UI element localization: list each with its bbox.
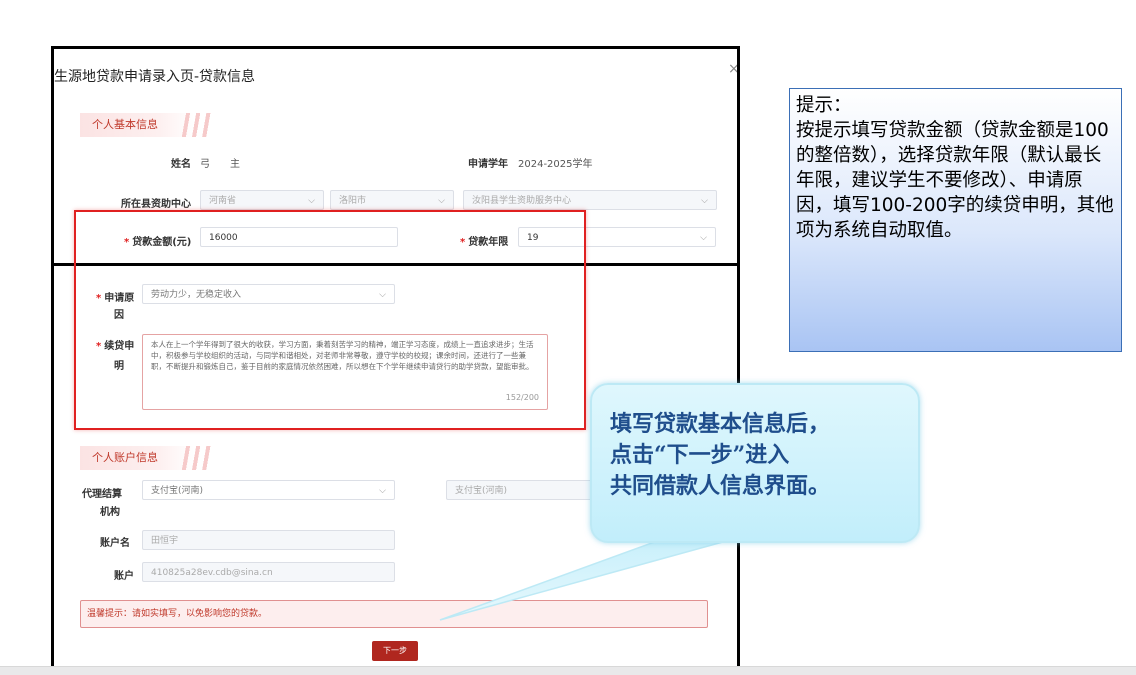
year-value: 2024-2025学年 <box>518 159 593 170</box>
year-label: 申请学年 <box>468 159 508 170</box>
name-value: 弓 主 <box>200 159 240 170</box>
close-icon[interactable]: × <box>728 61 738 77</box>
section-personal-info: 个人基本信息 <box>80 113 212 137</box>
hint-body: 按提示填写贷款金额（贷款金额是100的整倍数），选择贷款年限（默认最长年限，建议… <box>796 120 1114 241</box>
agency-value: 支付宝(河南) <box>151 486 204 496</box>
callout-bubble: 填写贷款基本信息后， 点击“下一步”进入 共同借款人信息界面。 <box>590 383 920 543</box>
city-value: 洛阳市 <box>339 196 367 206</box>
required-mark: * <box>96 293 102 304</box>
section-account-label: 个人账户信息 <box>92 451 158 464</box>
section-personal-label: 个人基本信息 <box>92 118 158 131</box>
agency-label: 代理结算 <box>82 489 122 500</box>
chevron-down-icon: ⌵ <box>379 290 386 300</box>
reason-value: 劳动力少，无稳定收入 <box>151 290 242 300</box>
dialog-title: 生源地贷款申请录入页-贷款信息 <box>54 69 256 85</box>
agency-value-2: 支付宝(河南) <box>455 486 508 496</box>
center-select[interactable]: 汝阳县学生资助服务中心 ⌵ <box>463 190 717 210</box>
city-select[interactable]: 洛阳市 ⌵ <box>330 190 454 210</box>
amount-input[interactable]: 16000 <box>200 227 398 247</box>
statement-count: 152/200 <box>505 393 539 402</box>
hint-box: 提示： 按提示填写贷款金额（贷款金额是100的整倍数），选择贷款年限（默认最长年… <box>789 88 1122 352</box>
hint-title: 提示： <box>796 95 852 116</box>
chevron-down-icon: ⌵ <box>700 233 707 243</box>
statement-textarea[interactable]: 本人在上一个学年得到了很大的收获，学习方面，秉着刻苦学习的精神，端正学习态度，成… <box>142 334 548 410</box>
required-mark: * <box>124 237 130 248</box>
account-value: 410825a28ev.cdb@sina.cn <box>151 568 273 578</box>
account-name-value: 田恒宇 <box>151 536 179 546</box>
callout-text: 填写贷款基本信息后， 点击“下一步”进入 共同借款人信息界面。 <box>610 411 831 499</box>
reason-label-text: 申请原 <box>104 293 135 304</box>
account-name-label: 账户名 <box>100 538 130 549</box>
chevron-down-icon: ⌵ <box>379 486 386 496</box>
required-mark: * <box>96 341 102 352</box>
term-label: * 贷款年限 <box>460 233 508 248</box>
warm-tip: 温馨提示：请如实填写，以免影响您的贷款。 <box>80 600 708 628</box>
section-decoration <box>182 446 212 470</box>
amount-label: * 贷款金额(元) <box>124 233 191 248</box>
term-value: 19 <box>527 233 539 243</box>
statement-label: * 续贷申 <box>96 337 134 352</box>
chevron-down-icon: ⌵ <box>438 196 445 206</box>
agency-select[interactable]: 支付宝(河南) ⌵ <box>142 480 395 500</box>
amount-label-text: 贷款金额(元) <box>132 237 192 248</box>
reason-label: * 申请原 <box>96 289 134 304</box>
agency-display: 支付宝(河南) <box>446 480 596 500</box>
province-value: 河南省 <box>209 196 237 206</box>
amount-value: 16000 <box>209 233 238 243</box>
account-field: 410825a28ev.cdb@sina.cn <box>142 562 395 582</box>
reason-select[interactable]: 劳动力少，无稳定收入 ⌵ <box>142 284 395 304</box>
next-step-button[interactable]: 下一步 <box>372 641 418 661</box>
center-label: 所在县资助中心 <box>121 199 191 210</box>
account-name-field: 田恒宇 <box>142 530 395 550</box>
statement-label-2: 明 <box>114 361 124 372</box>
account-label: 账户 <box>114 571 134 582</box>
chevron-down-icon: ⌵ <box>308 196 315 206</box>
section-account-info: 个人账户信息 <box>80 446 212 470</box>
chevron-down-icon: ⌵ <box>701 196 708 206</box>
center-value: 汝阳县学生资助服务中心 <box>472 196 572 206</box>
loan-info-dialog: 生源地贷款申请录入页-贷款信息 × 个人基本信息 姓名 弓 主 申请学年 202… <box>52 47 738 671</box>
statement-label-text: 续贷申 <box>104 341 135 352</box>
required-mark: * <box>460 237 466 248</box>
term-label-text: 贷款年限 <box>468 237 509 248</box>
term-select[interactable]: 19 ⌵ <box>518 227 716 247</box>
section-decoration <box>182 113 212 137</box>
reason-label-2: 因 <box>114 310 124 321</box>
name-label: 姓名 <box>171 159 191 170</box>
agency-label-2: 机构 <box>100 507 120 518</box>
province-select[interactable]: 河南省 ⌵ <box>200 190 324 210</box>
statement-text: 本人在上一个学年得到了很大的收获，学习方面，秉着刻苦学习的精神，端正学习态度，成… <box>151 340 534 371</box>
